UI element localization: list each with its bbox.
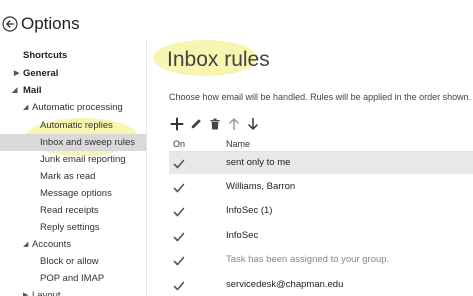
sidebar-item-label: Automatic replies: [40, 120, 113, 131]
expand-arrow-icon[interactable]: ▶: [23, 287, 28, 296]
checkmark-icon[interactable]: [173, 181, 185, 193]
sidebar-item-accounts[interactable]: ◢ Accounts: [0, 236, 146, 253]
table-row[interactable]: InfoSec (1): [169, 200, 473, 222]
sidebar-item-block-or-allow[interactable]: Block or allow: [0, 253, 146, 270]
add-icon[interactable]: [169, 116, 185, 132]
sidebar-item-pop-and-imap[interactable]: POP and IMAP: [0, 270, 146, 287]
rule-name: sent only to me: [226, 157, 291, 168]
rule-name: Task has been assigned to your group.: [226, 254, 390, 265]
rules-toolbar: [169, 116, 264, 132]
rule-name: InfoSec: [226, 230, 259, 241]
sidebar-item-layout[interactable]: ▶ Layout: [0, 287, 146, 296]
sidebar-item-reply-settings[interactable]: Reply settings: [0, 219, 146, 236]
table-row[interactable]: InfoSec: [169, 225, 473, 247]
options-header: Options: [2, 12, 80, 36]
sidebar-item-label: General: [23, 68, 59, 79]
options-title: Options: [21, 14, 80, 33]
sidebar-item-junk-email-reporting[interactable]: Junk email reporting: [0, 151, 146, 168]
rule-name: servicedesk@chapman.edu: [226, 279, 344, 290]
sidebar-item-label: Block or allow: [40, 256, 99, 267]
edit-icon[interactable]: [188, 116, 204, 132]
back-arrow-icon[interactable]: [2, 16, 18, 32]
collapse-arrow-icon[interactable]: ◢: [23, 236, 28, 253]
sidebar-item-message-options[interactable]: Message options: [0, 185, 146, 202]
sidebar-item-label: Layout: [32, 290, 61, 296]
table-row[interactable]: sent only to me: [169, 152, 473, 174]
move-down-icon[interactable]: [245, 116, 261, 132]
sidebar-item-label: Automatic processing: [32, 102, 123, 113]
sidebar-item-label: Junk email reporting: [40, 154, 126, 165]
checkmark-icon[interactable]: [173, 279, 185, 291]
table-row[interactable]: servicedesk@chapman.edu: [169, 274, 473, 296]
sidebar-item-inbox-and-sweep-rules[interactable]: Inbox and sweep rules: [0, 134, 146, 151]
sidebar-item-label: Accounts: [32, 239, 72, 250]
sidebar-item-automatic-processing[interactable]: ◢ Automatic processing: [0, 99, 146, 116]
sidebar-item-label: Shortcuts: [23, 50, 68, 61]
rules-description: Choose how email will be handled. Rules …: [169, 92, 472, 102]
sidebar-item-automatic-replies[interactable]: Automatic replies: [0, 117, 146, 134]
sidebar-item-general[interactable]: ▶ General: [0, 65, 146, 82]
sidebar-item-label: Mail: [23, 85, 42, 96]
sidebar-item-label: Read receipts: [40, 205, 99, 216]
sidebar-item-mail[interactable]: ◢ Mail: [0, 82, 146, 99]
checkmark-icon[interactable]: [173, 205, 185, 217]
collapse-arrow-icon[interactable]: ◢: [12, 82, 17, 99]
sidebar-item-label: Inbox and sweep rules: [40, 137, 136, 148]
table-row[interactable]: Williams, Barron: [169, 176, 473, 198]
rule-name: InfoSec (1): [226, 205, 273, 216]
checkmark-icon[interactable]: [173, 157, 185, 169]
sidebar-item-shortcuts[interactable]: Shortcuts: [0, 47, 146, 64]
column-header-name: Name: [226, 139, 251, 149]
checkmark-icon[interactable]: [173, 230, 185, 242]
sidebar-item-label: POP and IMAP: [40, 273, 105, 284]
page-title: Inbox rules: [167, 48, 270, 71]
sidebar-item-read-receipts[interactable]: Read receipts: [0, 202, 146, 219]
sidebar-item-label: Mark as read: [40, 171, 96, 182]
move-up-icon[interactable]: [226, 116, 242, 132]
expand-arrow-icon[interactable]: ▶: [14, 65, 19, 82]
rules-table-header: On Name: [169, 136, 473, 152]
table-row[interactable]: Task has been assigned to your group.: [169, 249, 473, 271]
sidebar-item-mark-as-read[interactable]: Mark as read: [0, 168, 146, 185]
rule-name: Williams, Barron: [226, 181, 296, 192]
collapse-arrow-icon[interactable]: ◢: [23, 99, 28, 116]
sidebar-item-label: Message options: [40, 188, 112, 199]
checkmark-icon[interactable]: [173, 254, 185, 266]
column-header-on: On: [173, 139, 186, 149]
options-sidebar: Shortcuts ▶ General ◢ Mail ◢ Automatic p…: [0, 40, 147, 296]
sidebar-item-label: Reply settings: [40, 222, 100, 233]
delete-icon[interactable]: [207, 116, 223, 132]
